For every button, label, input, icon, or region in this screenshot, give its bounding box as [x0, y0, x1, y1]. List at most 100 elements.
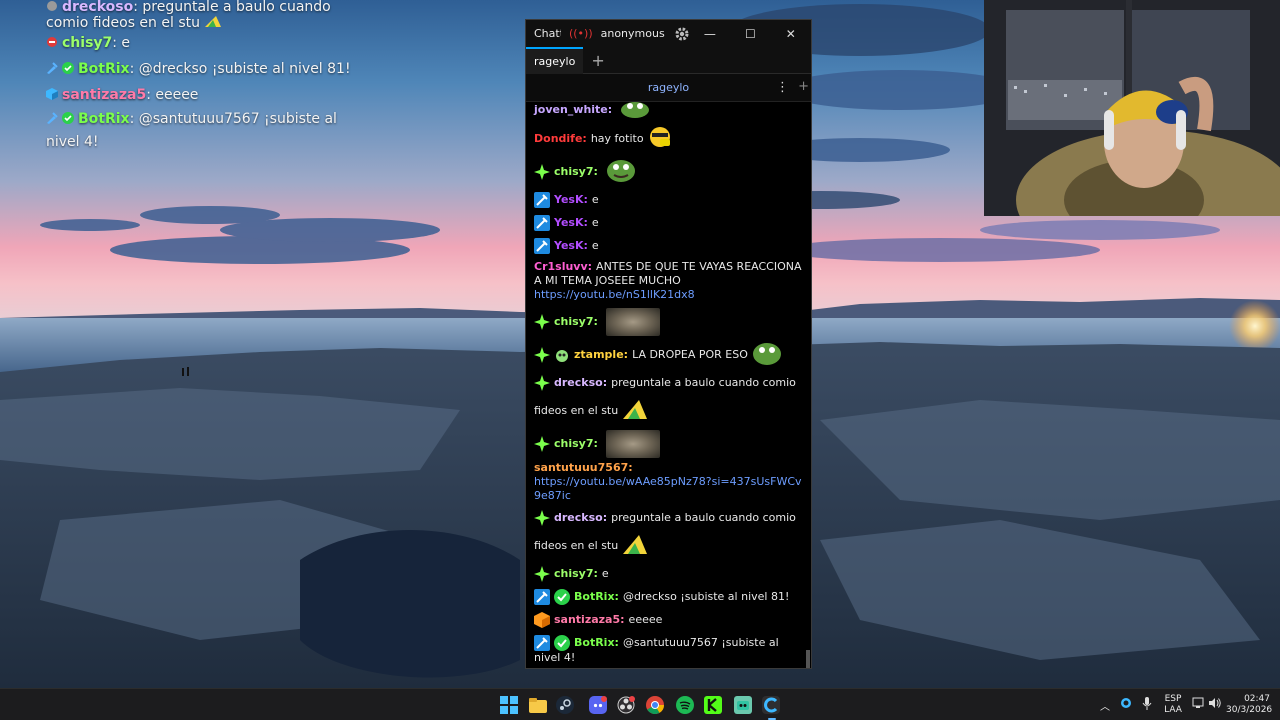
sparkle-badge-icon	[534, 163, 550, 180]
red-dot-badge-icon	[46, 31, 58, 47]
language-code: ESP	[1164, 694, 1182, 704]
account-switcher[interactable]: anonymous	[601, 27, 665, 40]
split-header[interactable]: rageylo ⋮ +	[526, 74, 811, 102]
chat-message: BotRix: @dreckso ¡subiste al nivel 81!	[534, 585, 803, 608]
overlay-username: chisy7	[62, 35, 113, 51]
moderator-sword-badge-icon	[534, 635, 550, 651]
chat-username[interactable]: YesK:	[554, 239, 588, 253]
chat-username[interactable]: santizaza5:	[554, 613, 625, 627]
chat-username[interactable]: dreckso:	[554, 376, 607, 390]
clock-date: 30/3/2026	[1226, 705, 1273, 715]
chat-text: hay fotito	[590, 131, 644, 145]
maximize-button[interactable]: ☐	[730, 27, 770, 41]
chat-username[interactable]: BotRix:	[574, 590, 619, 604]
chat-username[interactable]: chisy7:	[554, 437, 598, 451]
split-menu-button[interactable]: ⋮	[776, 80, 789, 95]
chat-username[interactable]: ztample:	[574, 348, 628, 362]
chat-message: YesK: e	[534, 211, 803, 234]
add-tab-button[interactable]: +	[591, 51, 604, 70]
chat-text: e	[591, 192, 599, 206]
system-clock[interactable]: 02:47 30/3/2026	[1226, 694, 1273, 716]
chat-text: fideos en el stu	[534, 538, 619, 552]
chat-username[interactable]: joven_white:	[534, 103, 612, 117]
chat-text: eeeee	[628, 612, 663, 626]
overlay-username: BotRix	[78, 61, 130, 77]
chat-username[interactable]: Dondife:	[534, 132, 587, 146]
overlay-username: BotRix	[78, 111, 130, 127]
tab-rageylo[interactable]: rageylo	[526, 46, 584, 74]
live-stream-icon[interactable]: ((•))	[569, 27, 593, 40]
desktop-chat-overlay: dreckoso: preguntale a baulo cuando comi…	[46, 0, 366, 154]
sparkle-badge-icon	[534, 509, 550, 526]
chrome-icon[interactable]	[646, 696, 664, 715]
overlay-message: BotRix: @santutuuu7567 ¡subiste al nivel…	[46, 108, 366, 154]
chat-text: fideos en el stu	[534, 403, 619, 417]
chat-text: @santutuuu7567 ¡subiste al nivel 4!	[534, 636, 779, 664]
kick-icon[interactable]	[704, 696, 722, 714]
steam-icon[interactable]	[556, 696, 574, 714]
chat-message: YesK: e	[534, 188, 803, 211]
network-icon[interactable]	[1192, 697, 1206, 712]
close-button[interactable]: ✕	[771, 27, 811, 41]
add-split-button[interactable]: +	[798, 79, 809, 94]
chat-text: @dreckso ¡subiste al nivel 81!	[622, 589, 790, 603]
chat-message: chisy7: e	[534, 562, 803, 585]
chatterino-window[interactable]: Chatterino ((•)) anonymous — ☐ ✕ rageylo…	[525, 19, 812, 669]
chat-message: YesK: e	[534, 234, 803, 257]
cheese-emote-icon	[204, 14, 222, 28]
overlay-message: santizaza5: eeeee	[46, 82, 366, 108]
file-explorer-icon[interactable]	[529, 696, 547, 714]
chat-username[interactable]: chisy7:	[554, 165, 598, 179]
sparkle-badge-icon	[534, 374, 550, 391]
chat-message: ztample: LA DROPEA POR ESO	[534, 338, 803, 371]
volume-icon[interactable]	[1208, 697, 1222, 712]
chat-message-continued: fideos en el stu	[534, 529, 803, 562]
overlay-username: drecko	[62, 0, 116, 15]
verified-badge-icon	[554, 635, 570, 651]
obs-icon[interactable]	[617, 696, 635, 714]
chatterino-icon[interactable]	[762, 696, 780, 714]
windows-start-icon[interactable]	[500, 696, 518, 714]
chat-link[interactable]: https://youtu.be/nS1llK21dx8	[534, 288, 803, 302]
chat-text: preguntale a baulo cuando comio	[611, 510, 796, 524]
microphone-icon[interactable]	[1142, 697, 1152, 714]
chat-username[interactable]: BotRix:	[574, 636, 619, 649]
tray-overflow-chevron-icon[interactable]: ︿	[1100, 698, 1110, 713]
chat-message: BotRix: @santutuuu7567 ¡subiste al nivel …	[534, 631, 803, 668]
sunglasses-emoji-icon	[648, 125, 672, 153]
chat-username[interactable]: chisy7:	[554, 567, 598, 581]
chat-text: LA DROPEA POR ESO	[632, 347, 748, 361]
alien-badge-icon	[554, 347, 570, 363]
chat-messages[interactable]: joven_white: Dondife: hay fotito chisy7:…	[526, 102, 811, 668]
chat-text: preguntale a baulo cuando comio	[611, 375, 796, 389]
chat-username[interactable]: Cr1sluvv:	[534, 260, 592, 273]
moderator-sword-badge-icon	[534, 588, 550, 605]
input-language[interactable]: ESP LAA	[1162, 694, 1184, 716]
keyboard-layout: LAA	[1164, 705, 1182, 715]
chat-username[interactable]: chisy7:	[554, 315, 598, 329]
spotify-icon[interactable]	[676, 696, 694, 714]
chat-scrollbar[interactable]	[806, 650, 810, 668]
pepe-emote-icon	[752, 340, 782, 370]
moderator-sword-badge-icon	[534, 214, 550, 231]
chat-username[interactable]: YesK:	[554, 216, 588, 230]
chat-message: dreckso: preguntale a baulo cuando comio	[534, 506, 803, 529]
overlay-message: BotRix: @dreckso ¡subiste al nivel 81!	[46, 56, 366, 82]
sparkle-badge-icon	[534, 435, 550, 452]
windows-taskbar: ︿ ESP LAA 02:47 30/3/2026	[0, 688, 1280, 720]
window-titlebar[interactable]: Chatterino ((•)) anonymous — ☐ ✕	[526, 20, 811, 47]
overlay-message: dreckoso: preguntale a baulo cuando comi…	[46, 0, 366, 30]
settings-gear-icon[interactable]	[674, 26, 690, 42]
cube-badge-icon	[46, 83, 58, 100]
pepe-emote-icon	[606, 157, 636, 187]
chat-username[interactable]: santutuuu7567:	[534, 461, 799, 475]
streamlabs-icon[interactable]	[734, 696, 752, 714]
minimize-button[interactable]: —	[690, 27, 730, 41]
tray-app-icon[interactable]	[1120, 697, 1132, 712]
chat-link[interactable]: https://youtu.be/wAAe85pNz78?si=437sUsFW…	[534, 475, 803, 503]
chat-username[interactable]: YesK:	[554, 193, 588, 207]
chat-username[interactable]: dreckso:	[554, 511, 607, 525]
channel-name[interactable]: rageylo	[648, 81, 689, 94]
discord-icon[interactable]	[589, 696, 607, 714]
overlay-username: santizaza	[62, 87, 137, 103]
